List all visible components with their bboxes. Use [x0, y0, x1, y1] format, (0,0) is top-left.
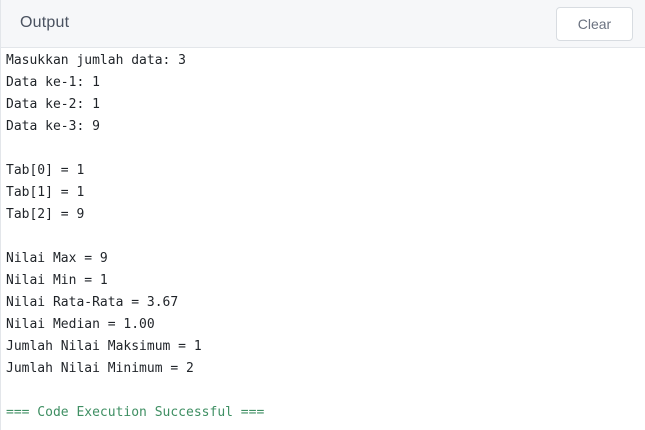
console-line: Data ke-1: 1	[6, 75, 100, 90]
console-line: Nilai Max = 9	[6, 251, 108, 266]
console-line: Data ke-2: 1	[6, 97, 100, 112]
console-line: Nilai Rata-Rata = 3.67	[6, 295, 179, 310]
console-line: Nilai Min = 1	[6, 273, 108, 288]
console-line: Jumlah Nilai Minimum = 2	[6, 361, 194, 376]
console-line: Tab[1] = 1	[6, 185, 85, 200]
console-output: Masukkan jumlah data: 3 Data ke-1: 1 Dat…	[6, 50, 645, 424]
output-title: Output	[20, 14, 70, 31]
execution-success-message: === Code Execution Successful ===	[6, 405, 265, 420]
console-line: Jumlah Nilai Maksimum = 1	[6, 339, 202, 354]
console-line: Masukkan jumlah data: 3	[6, 53, 187, 68]
output-header: Output Clear	[1, 0, 645, 48]
console-line: Nilai Median = 1.00	[6, 317, 155, 332]
console-line: Data ke-3: 9	[6, 119, 100, 134]
clear-button[interactable]: Clear	[556, 7, 633, 41]
output-panel: Output Clear Masukkan jumlah data: 3 Dat…	[0, 0, 645, 430]
console-line: Tab[2] = 9	[6, 207, 85, 222]
console-line: Tab[0] = 1	[6, 163, 85, 178]
